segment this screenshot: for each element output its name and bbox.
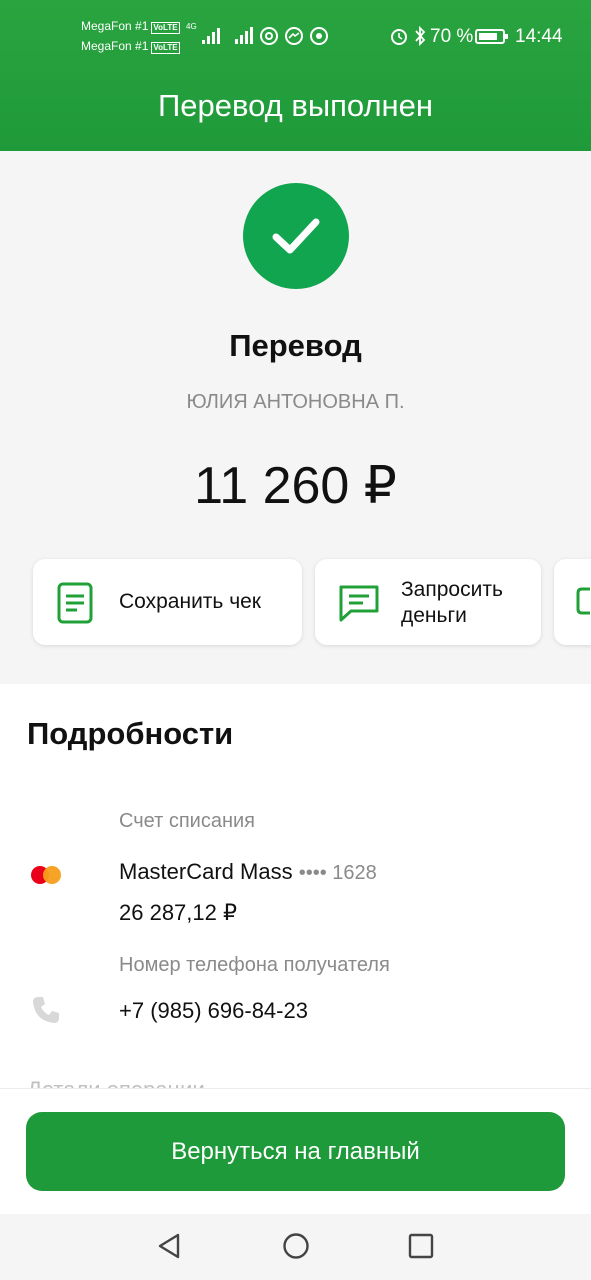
success-badge xyxy=(243,183,349,289)
bluetooth-icon xyxy=(415,26,426,46)
save-receipt-label: Сохранить чек xyxy=(119,590,261,613)
clock: 14:44 xyxy=(515,26,563,47)
battery-icon xyxy=(475,29,508,44)
home-icon[interactable] xyxy=(282,1232,310,1260)
back-icon[interactable] xyxy=(156,1232,182,1260)
status-bar: MegaFon #1 VoLTE MegaFon #1 VoLTE 4G 70 % … xyxy=(0,0,591,62)
message-icon xyxy=(339,585,379,622)
transfer-amount: 11 260 ₽ xyxy=(194,457,397,515)
checkmark-icon xyxy=(272,218,320,254)
details-section: Подробности Счет списания MasterCard Mas… xyxy=(0,684,591,1104)
operator-2: MegaFon #1 VoLTE xyxy=(81,39,180,54)
card-name: MasterCard Mass •••• 1628 xyxy=(119,859,377,884)
details-heading: Подробности xyxy=(27,716,234,751)
receipt-icon xyxy=(57,582,93,624)
signal-icon: 4G xyxy=(186,22,220,44)
card-mask: •••• 1628 xyxy=(298,862,377,884)
system-nav-bar xyxy=(0,1214,591,1280)
top-bar: MegaFon #1 VoLTE MegaFon #1 VoLTE 4G 70 % … xyxy=(0,0,591,151)
recipient-name: ЮЛИЯ АНТОНОВНА П. xyxy=(186,391,405,413)
transfer-title: Перевод xyxy=(229,328,362,363)
bottom-panel: Вернуться на главный xyxy=(0,1088,591,1214)
save-receipt-button[interactable]: Сохранить чек xyxy=(33,559,302,645)
whatsapp-icon xyxy=(310,27,328,45)
return-home-button[interactable]: Вернуться на главный xyxy=(26,1112,565,1191)
page-title: Перевод выполнен xyxy=(157,88,434,123)
phone-icon xyxy=(33,997,59,1023)
at-icon xyxy=(260,27,278,45)
request-money-button[interactable]: Запросить деньги xyxy=(315,559,541,645)
chat-button[interactable] xyxy=(554,559,591,645)
request-money-label: Запросить деньги xyxy=(401,578,503,627)
signal-icon xyxy=(235,24,253,44)
account-label: Счет списания xyxy=(119,810,255,832)
recipient-phone[interactable]: +7 (985) 696-84-23 xyxy=(119,998,308,1024)
card-balance: 26 287,12 ₽ xyxy=(119,900,237,925)
mastercard-icon xyxy=(31,866,63,884)
operator-1: MegaFon #1 VoLTE xyxy=(81,19,180,34)
messenger-icon xyxy=(285,27,303,45)
chat-icon xyxy=(576,587,590,615)
recents-icon[interactable] xyxy=(408,1232,434,1260)
battery-percent: 70 % xyxy=(430,26,474,47)
alarm-icon xyxy=(391,29,407,45)
phone-label: Номер телефона получателя xyxy=(119,954,390,976)
